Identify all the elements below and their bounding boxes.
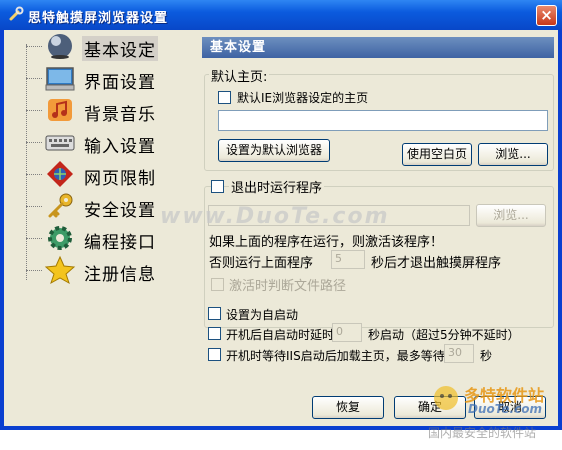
homepage-url-input[interactable] xyxy=(218,110,548,131)
close-button[interactable]: × xyxy=(536,5,557,26)
wrench-icon xyxy=(9,6,24,21)
tree-item-label: 输入设置 xyxy=(84,137,156,157)
homepage-legend: 默认主页: xyxy=(209,66,270,85)
use-ie-homepage-label: 默认IE浏览器设定的主页 xyxy=(237,91,369,105)
startup-delay-suffix: 秒启动（超过5分钟不延时） xyxy=(368,328,520,342)
logo-line-2: DuoTe.com xyxy=(468,402,542,416)
tree-item-label: 界面设置 xyxy=(84,73,156,93)
watermark-text: www.DuoTe.com xyxy=(160,204,390,229)
tree-item-basic[interactable]: 基本设定 xyxy=(8,30,198,62)
tree-item-web-restrict[interactable]: 网页限制 xyxy=(8,158,198,190)
startup-delay-prefix: 开机后自启动时延时 xyxy=(226,328,335,342)
wait-iis-checkbox[interactable] xyxy=(208,348,221,361)
use-ie-homepage-checkbox[interactable] xyxy=(218,91,231,104)
wait-iis-seconds-input[interactable]: 30 xyxy=(444,344,474,363)
logo-line-3: 国内最安全的软件站 xyxy=(428,426,537,440)
startup-delay-checkbox[interactable] xyxy=(208,327,221,340)
client-area: 基本设定 界面设置 背景音乐 输入设置 网页限制 安全设置 编程接口 注册信息 … xyxy=(4,30,558,440)
tree-item-music[interactable]: 背景音乐 xyxy=(8,94,198,126)
mascot-icon xyxy=(434,386,458,410)
tree-item-label: 安全设置 xyxy=(84,201,156,221)
check-path-label: 激活时判断文件路径 xyxy=(229,279,347,294)
wait-iis-prefix: 开机时等待IIS启动后加载主页，最多等待 xyxy=(226,349,445,363)
check-path-checkbox[interactable] xyxy=(211,278,224,291)
set-default-browser-button[interactable]: 设置为默认浏览器 xyxy=(218,139,330,162)
exit-program-legend: 退出时运行程序 xyxy=(229,177,325,196)
site-logo-watermark: 多特软件站 DuoTe.com 国内最安全的软件站 xyxy=(428,380,558,450)
run-delay-suffix: 秒后才退出触摸屏程序 xyxy=(371,256,502,271)
use-blank-page-button[interactable]: 使用空白页 xyxy=(402,143,472,166)
globe-icon xyxy=(48,34,72,59)
key-icon xyxy=(48,193,73,218)
keyboard-icon xyxy=(45,135,75,151)
tree-item-label: 编程接口 xyxy=(84,233,156,253)
settings-window: 思特触摸屏浏览器设置 × 基本设定 界面设置 背景音乐 输入设置 网页限制 安全… xyxy=(0,0,562,440)
homepage-browse-button[interactable]: 浏览... xyxy=(478,143,548,166)
tree-item-label: 注册信息 xyxy=(84,265,156,285)
tree-item-label: 基本设定 xyxy=(82,36,158,61)
panel-header: 基本设置 xyxy=(202,37,554,58)
monitor-icon xyxy=(45,67,75,91)
tree-item-label: 网页限制 xyxy=(84,169,156,189)
run-delay-prefix: 否则运行上面程序 xyxy=(209,256,314,271)
autostart-label: 设置为自启动 xyxy=(226,308,299,322)
window-title: 思特触摸屏浏览器设置 xyxy=(28,11,169,26)
restore-button[interactable]: 恢复 xyxy=(312,396,384,419)
tree-item-interface[interactable]: 界面设置 xyxy=(8,62,198,94)
activate-if-running-text: 如果上面的程序在运行，则激活该程序！ xyxy=(209,235,444,250)
startup-delay-input[interactable]: 0 xyxy=(332,323,362,342)
tree-item-label: 背景音乐 xyxy=(84,105,156,125)
tree-item-input[interactable]: 输入设置 xyxy=(8,126,198,158)
exit-delay-seconds-input[interactable]: 5 xyxy=(331,250,365,269)
gear-icon xyxy=(48,226,72,250)
wait-iis-suffix: 秒 xyxy=(480,349,493,363)
tree-item-register[interactable]: 注册信息 xyxy=(8,254,198,286)
star-icon xyxy=(44,255,76,285)
web-restrict-icon xyxy=(47,161,73,187)
exit-program-browse-button[interactable]: 浏览... xyxy=(476,204,546,227)
title-bar[interactable]: 思特触摸屏浏览器设置 × xyxy=(0,0,562,30)
music-icon xyxy=(48,99,72,121)
run-on-exit-checkbox[interactable] xyxy=(211,180,224,193)
autostart-checkbox[interactable] xyxy=(208,307,221,320)
